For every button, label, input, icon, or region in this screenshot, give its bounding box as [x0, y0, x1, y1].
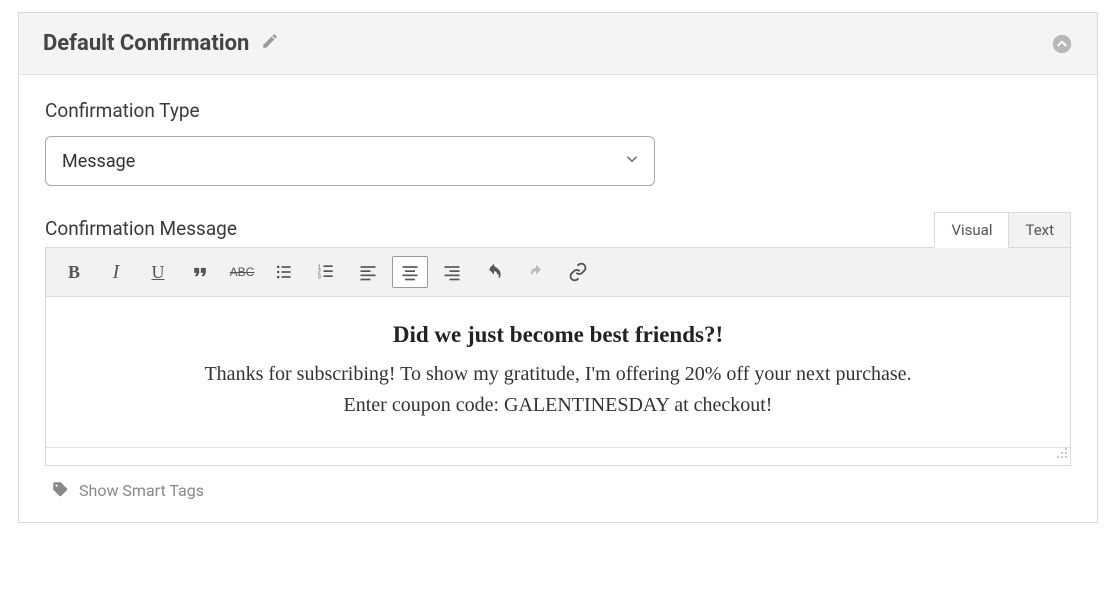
svg-text:3: 3 — [318, 275, 321, 281]
confirmation-type-select[interactable]: Message — [45, 136, 655, 186]
align-right-button[interactable] — [434, 256, 470, 288]
align-center-button[interactable] — [392, 256, 428, 288]
underline-button[interactable]: U — [140, 256, 176, 288]
chevron-up-icon[interactable] — [1051, 33, 1073, 55]
message-heading: Did we just become best friends?! — [70, 317, 1046, 353]
blockquote-button[interactable] — [182, 256, 218, 288]
panel-body: Confirmation Type Message Confirmation M… — [19, 75, 1097, 522]
confirmation-type-label: Confirmation Type — [45, 99, 1071, 122]
editor-tabs: Visual Text — [934, 212, 1071, 248]
select-value: Message — [62, 151, 135, 172]
message-line-1: Thanks for subscribing! To show my grati… — [70, 359, 1046, 390]
redo-button[interactable] — [518, 256, 554, 288]
bullet-list-button[interactable] — [266, 256, 302, 288]
message-line-2: Enter coupon code: GALENTINESDAY at chec… — [70, 390, 1046, 421]
italic-button[interactable]: I — [98, 256, 134, 288]
link-button[interactable] — [560, 256, 596, 288]
tab-text[interactable]: Text — [1009, 212, 1071, 248]
tab-visual[interactable]: Visual — [934, 212, 1009, 248]
confirmation-panel: Default Confirmation Confirmation Type M… — [18, 12, 1098, 523]
align-left-button[interactable] — [350, 256, 386, 288]
show-smart-tags-link[interactable]: Show Smart Tags — [45, 480, 1071, 502]
editor-content[interactable]: Did we just become best friends?! Thanks… — [46, 297, 1070, 447]
pencil-icon[interactable] — [261, 31, 279, 56]
confirmation-message-label: Confirmation Message — [45, 217, 237, 240]
strikethrough-button[interactable]: ABC — [224, 256, 260, 288]
panel-title-wrap: Default Confirmation — [43, 31, 279, 56]
resize-grip-icon[interactable] — [1056, 444, 1068, 463]
editor-statusbar — [46, 447, 1070, 465]
tag-icon — [51, 480, 69, 502]
message-label-row: Confirmation Message Visual Text — [45, 212, 1071, 248]
confirmation-type-select-wrap: Message — [45, 136, 655, 186]
panel-header[interactable]: Default Confirmation — [19, 13, 1097, 75]
wysiwyg-editor: B I U ABC 123 — [45, 247, 1071, 466]
numbered-list-button[interactable]: 123 — [308, 256, 344, 288]
undo-button[interactable] — [476, 256, 512, 288]
panel-title: Default Confirmation — [43, 31, 249, 56]
smart-tags-label: Show Smart Tags — [79, 481, 204, 500]
editor-toolbar: B I U ABC 123 — [46, 248, 1070, 297]
bold-button[interactable]: B — [56, 256, 92, 288]
